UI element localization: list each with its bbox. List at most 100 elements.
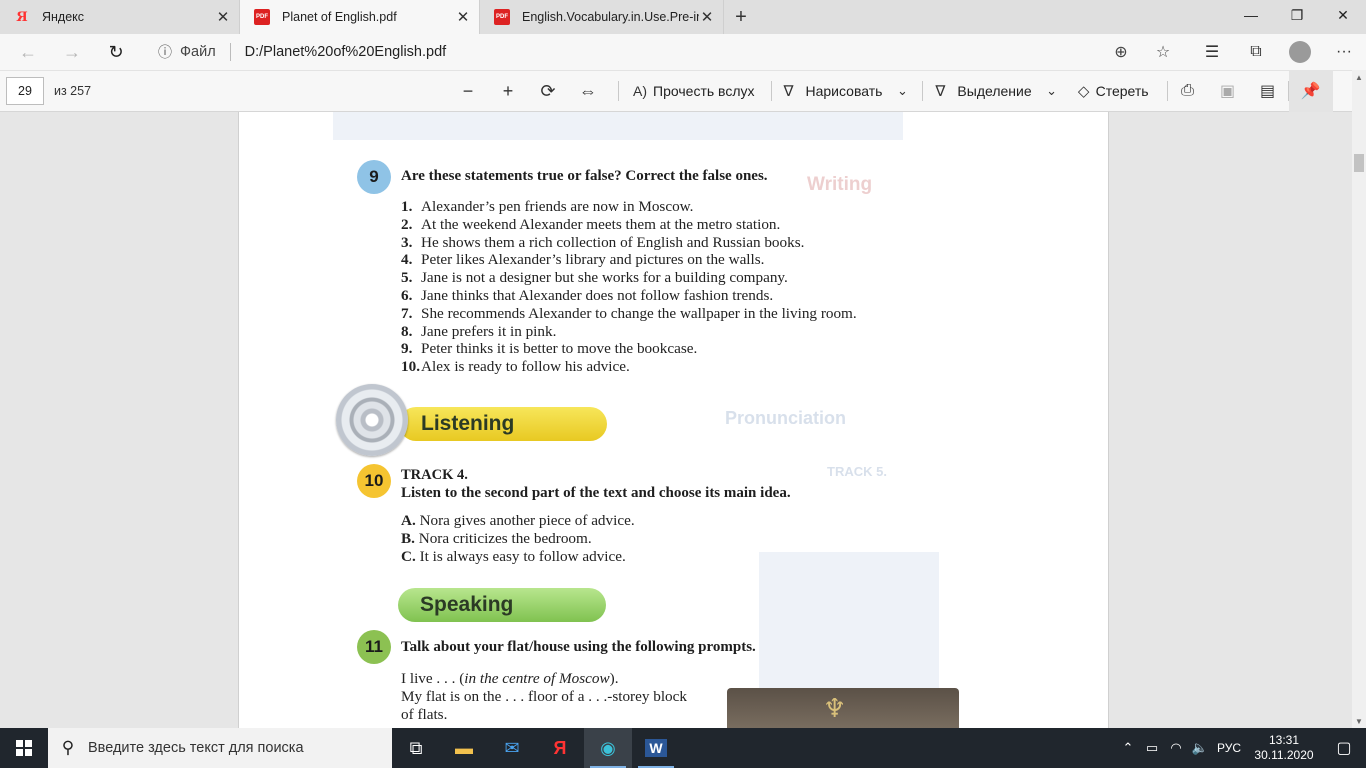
exercise-10-options: A. Nora gives another piece of advice. B…: [401, 512, 635, 566]
document-viewport[interactable]: Writing Pronunciation TRACK 5. 9 Are the…: [0, 112, 1352, 728]
avatar[interactable]: [1289, 41, 1311, 63]
clock-time: 13:31: [1268, 733, 1300, 747]
tab-planet-of-english[interactable]: PDF Planet of English.pdf ✕: [240, 0, 480, 34]
tab-yandex[interactable]: Я Яндекс ✕: [0, 0, 240, 34]
save-as-icon[interactable]: ▤: [1248, 70, 1288, 112]
exercise-10-title: Listen to the second part of the text an…: [401, 485, 791, 501]
chevron-down-icon[interactable]: ⌄: [1032, 70, 1072, 112]
highlight-icon[interactable]: ∇: [923, 70, 957, 112]
back-button[interactable]: ←: [6, 36, 50, 68]
word-icon[interactable]: W: [632, 728, 680, 768]
forward-button[interactable]: →: [50, 36, 94, 68]
exercise-number-11: 11: [357, 630, 391, 664]
minimize-button[interactable]: —: [1228, 0, 1274, 30]
refresh-button[interactable]: ↻: [94, 36, 138, 68]
close-icon[interactable]: ✕: [215, 8, 231, 26]
pin-toolbar-icon[interactable]: 📌: [1288, 70, 1333, 112]
page-count: из 257: [54, 84, 92, 98]
list-item: 9. Peter thinks it is better to move the …: [401, 340, 698, 358]
list-item: 1. Alexander’s pen friends are now in Mos…: [401, 198, 694, 215]
page-number-input[interactable]: 29: [6, 77, 44, 105]
zoom-out-icon[interactable]: −: [448, 70, 488, 112]
notifications-icon[interactable]: ▢: [1322, 738, 1366, 758]
favorite-star-icon[interactable]: ☆: [1142, 42, 1184, 62]
yandex-icon: Я: [16, 9, 28, 25]
speaking-banner: Speaking: [398, 588, 606, 622]
exercise-number-10: 10: [357, 464, 391, 498]
list-item: 7. She recommends Alexander to change the…: [401, 304, 857, 322]
mail-icon[interactable]: ✉: [488, 728, 536, 768]
url-field[interactable]: ⓘ Файл D:/Planet%20of%20English.pdf: [148, 37, 1176, 67]
tab-vocabulary-in-use[interactable]: PDF English.Vocabulary.in.Use.Pre-int ✕: [480, 0, 724, 34]
language-indicator[interactable]: РУС: [1212, 741, 1246, 755]
scroll-thumb[interactable]: [1354, 154, 1364, 172]
list-item: 10.Alex is ready to follow his advice.: [401, 358, 630, 376]
rotate-icon[interactable]: ⟳: [528, 70, 568, 112]
print-icon[interactable]: ⎙: [1168, 70, 1208, 112]
vertical-scrollbar[interactable]: ▲ ▼: [1352, 70, 1366, 728]
url-text: D:/Planet%20of%20English.pdf: [244, 44, 447, 60]
list-item: 8. Jane prefers it in pink.: [401, 322, 557, 340]
list-item: 5. Jane is not a designer but she works f…: [401, 269, 788, 287]
bleed-writing: Writing: [807, 174, 873, 195]
exercise-9-list: 1. Alexander’s pen friends are now in Mos…: [401, 198, 857, 376]
chandelier-icon: ♆: [823, 694, 847, 723]
window-controls: — ❐ ✕: [1228, 0, 1366, 30]
exercise-11-title: Talk about your flat/house using the fol…: [401, 639, 756, 655]
battery-icon[interactable]: ▭: [1140, 740, 1164, 756]
taskbar: ⚲ Введите здесь текст для поиска ⧉ ▬ ✉ Я…: [0, 728, 1366, 768]
clock[interactable]: 13:31 30.11.2020: [1246, 733, 1322, 763]
maximize-button[interactable]: ❐: [1274, 0, 1320, 30]
info-icon[interactable]: ⓘ: [158, 42, 172, 62]
edge-icon[interactable]: ◉: [584, 728, 632, 768]
close-icon[interactable]: ✕: [699, 8, 715, 26]
list-item: C. It is always easy to follow advice.: [401, 548, 626, 565]
pdf-toolbar: 29 из 257 − + ⟳ ⇔ A) Прочесть вслух ∇ На…: [0, 70, 1366, 112]
exercise-number-9: 9: [357, 160, 391, 194]
exercise-11-prompts: I live . . . (in the centre of Moscow). …: [401, 670, 687, 724]
highlight-button[interactable]: Выделение: [957, 83, 1031, 99]
draw-button[interactable]: Нарисовать: [806, 83, 883, 99]
start-button[interactable]: [0, 728, 48, 768]
scroll-up-icon[interactable]: ▲: [1352, 70, 1366, 84]
zoom-in-icon[interactable]: +: [488, 70, 528, 112]
favorites-icon[interactable]: ☰: [1190, 42, 1234, 62]
eraser-icon[interactable]: ◇: [1072, 70, 1096, 112]
chevron-up-icon[interactable]: ⌃: [1116, 740, 1140, 756]
pdf-icon: PDF: [494, 9, 510, 25]
erase-button[interactable]: Стереть: [1096, 83, 1149, 99]
file-explorer-icon[interactable]: ▬: [440, 728, 488, 768]
list-item: B. Nora criticizes the bedroom.: [401, 530, 592, 547]
new-tab-button[interactable]: +: [724, 0, 758, 34]
close-icon[interactable]: ✕: [455, 8, 471, 26]
taskbar-search[interactable]: ⚲ Введите здесь текст для поиска: [48, 728, 392, 768]
listening-banner: Listening: [399, 407, 607, 441]
bleed-pronunciation: Pronunciation: [725, 408, 846, 428]
wifi-icon[interactable]: ◠: [1164, 740, 1188, 756]
chevron-down-icon[interactable]: ⌄: [882, 70, 922, 112]
pdf-page: Writing Pronunciation TRACK 5. 9 Are the…: [238, 112, 1109, 728]
prompt-line: My flat is on the . . . floor of a . . .…: [401, 688, 687, 705]
read-aloud-button[interactable]: Прочесть вслух: [653, 83, 754, 99]
exercise-9-title: Are these statements true or false? Corr…: [401, 168, 768, 184]
fit-page-icon[interactable]: ⇔: [568, 70, 608, 112]
read-aloud-icon[interactable]: A): [629, 70, 651, 112]
draw-icon[interactable]: ∇: [772, 70, 806, 112]
zoom-icon[interactable]: ⊕: [1100, 42, 1142, 62]
yandex-browser-icon[interactable]: Я: [536, 728, 584, 768]
list-item: 3. He shows them a rich collection of Eng…: [401, 233, 805, 251]
collections-icon[interactable]: ⧉: [1234, 43, 1278, 61]
scroll-down-icon[interactable]: ▼: [1352, 714, 1366, 728]
close-window-button[interactable]: ✕: [1320, 0, 1366, 30]
save-icon[interactable]: ▣: [1208, 70, 1248, 112]
task-view-icon[interactable]: ⧉: [392, 728, 440, 768]
volume-icon[interactable]: 🔈: [1188, 740, 1212, 756]
bleed-area: [333, 112, 903, 140]
prompt-line: of flats.: [401, 706, 448, 723]
divider: [618, 81, 620, 101]
more-menu-icon[interactable]: ···: [1322, 43, 1366, 61]
room-photo: ♆: [727, 688, 959, 728]
divider: [229, 43, 231, 61]
bleed-area: [759, 552, 939, 692]
tab-title: Яндекс: [42, 10, 85, 24]
